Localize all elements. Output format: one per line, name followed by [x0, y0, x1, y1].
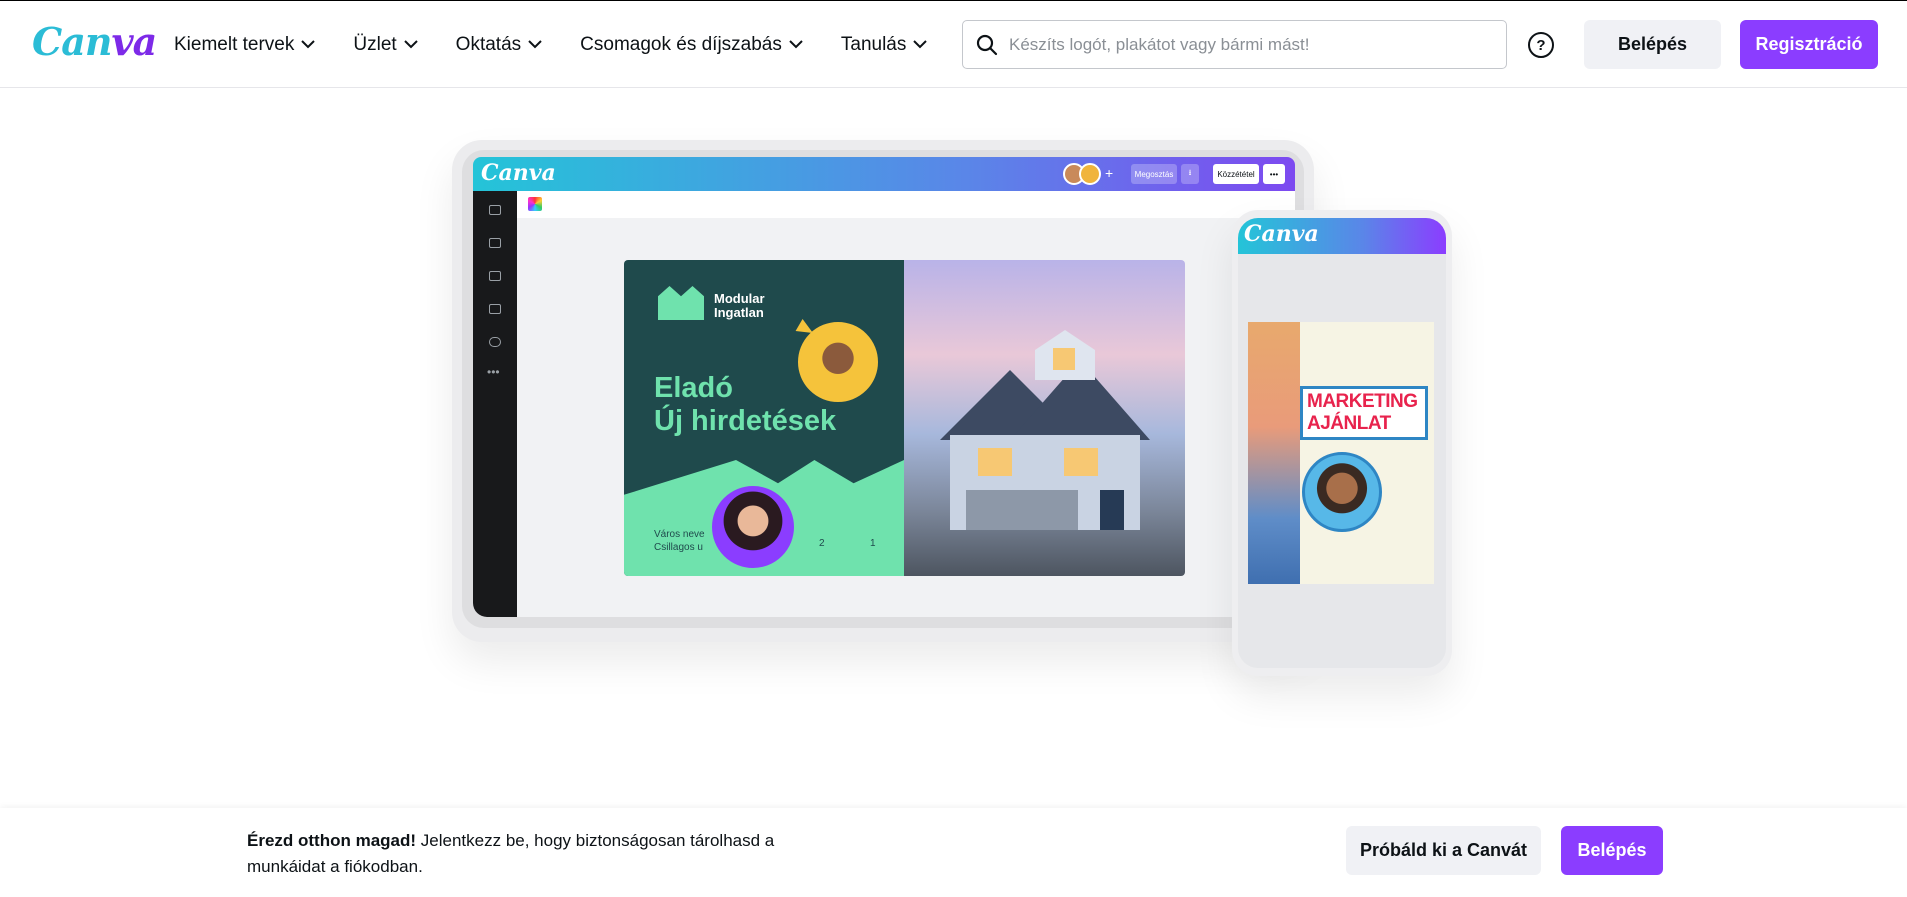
person-avatar	[798, 322, 878, 402]
nav-item-tanulas[interactable]: Tanulás	[841, 23, 928, 67]
phone-logo: Canva	[1244, 221, 1319, 247]
color-picker-icon	[528, 197, 542, 211]
plus-icon: +	[1105, 165, 1114, 181]
person-avatar	[712, 486, 794, 568]
person-avatar	[1302, 452, 1382, 532]
house-logo-icon	[658, 286, 704, 320]
sunset-strip	[1248, 322, 1300, 584]
house-image	[940, 330, 1150, 530]
video-icon	[489, 304, 501, 314]
address-line1: Város neve	[654, 529, 705, 540]
house-photo	[904, 260, 1185, 576]
marketing-title-line1: MARKETING	[1307, 391, 1418, 412]
brand-name: Modular Ingatlan	[714, 291, 765, 320]
login-button[interactable]: Belépés	[1584, 20, 1721, 69]
editor-logo: Canva	[481, 160, 556, 186]
editor-topbar: Canva + Megosztás ⭳ Közzététel •••	[473, 157, 1295, 191]
design-address: Város neve Csillagos u	[654, 528, 705, 554]
nav-item-label: Tanulás	[840, 33, 907, 55]
chevron-down-icon	[528, 40, 542, 49]
phone-screen: Canva MARKETING AJÁNLAT	[1238, 218, 1446, 668]
banner-bold-text: Érezd otthon magad!	[247, 831, 417, 850]
try-canva-button[interactable]: Próbáld ki a Canvát	[1346, 826, 1541, 875]
avatar	[1079, 163, 1101, 185]
more-icon: •••	[487, 365, 500, 379]
site-header: Canva Kiemelt tervek Üzlet Oktatás Csoma…	[0, 1, 1907, 88]
more-icon: •••	[1263, 164, 1285, 184]
chevron-down-icon	[913, 40, 928, 49]
search-input[interactable]	[1009, 34, 1489, 55]
publish-button: Közzététel	[1213, 164, 1259, 184]
download-icon: ⭳	[1181, 164, 1199, 184]
nav-item-label: Oktatás	[455, 33, 522, 55]
register-button[interactable]: Regisztráció	[1740, 20, 1878, 69]
elements-icon	[489, 271, 501, 281]
address-line2: Csillagos u	[654, 542, 703, 553]
chevron-down-icon	[403, 40, 418, 49]
design-left-panel: Modular Ingatlan Eladó Új hirdetések Vár…	[624, 260, 904, 576]
main-nav: Kiemelt tervek Üzlet Oktatás Csomagok és…	[174, 1, 965, 88]
editor-sidebar: •••	[473, 191, 517, 617]
nav-item-label: Kiemelt tervek	[174, 33, 295, 55]
share-button: Megosztás	[1131, 164, 1177, 184]
nav-item-csomagok[interactable]: Csomagok és díjszabás	[580, 23, 803, 67]
chevron-down-icon	[301, 40, 316, 49]
design-title-line2: Új hirdetések	[654, 405, 837, 437]
nav-item-label: Üzlet	[353, 33, 397, 55]
marketing-card: MARKETING AJÁNLAT	[1248, 322, 1434, 584]
search-icon	[976, 34, 998, 55]
nav-item-label: Csomagok és díjszabás	[580, 33, 782, 55]
marketing-title-line2: AJÁNLAT	[1307, 413, 1391, 434]
banner-login-button[interactable]: Belépés	[1561, 826, 1663, 875]
help-icon[interactable]: ?	[1528, 32, 1554, 58]
marketing-title: MARKETING AJÁNLAT	[1300, 386, 1428, 440]
car-count: 1	[870, 538, 876, 549]
real-estate-design: Modular Ingatlan Eladó Új hirdetések Vár…	[624, 260, 1185, 576]
login-banner: Érezd otthon magad! Jelentkezz be, hogy …	[0, 808, 1907, 897]
nav-item-oktatas[interactable]: Oktatás	[456, 23, 542, 67]
nav-item-uzlet[interactable]: Üzlet	[353, 23, 418, 67]
banner-message: Érezd otthon magad! Jelentkezz be, hogy …	[247, 828, 827, 880]
nav-item-kiemelt-tervek[interactable]: Kiemelt tervek	[174, 23, 316, 67]
image-icon	[489, 238, 501, 248]
chevron-down-icon	[789, 40, 803, 49]
bath-count: 2	[819, 538, 825, 549]
upload-icon	[489, 337, 501, 347]
phone-topbar: Canva	[1238, 218, 1446, 254]
template-icon	[489, 205, 501, 215]
canva-logo[interactable]: Canva	[32, 19, 157, 64]
editor-toolbar	[517, 191, 1295, 218]
search-box	[962, 20, 1507, 69]
